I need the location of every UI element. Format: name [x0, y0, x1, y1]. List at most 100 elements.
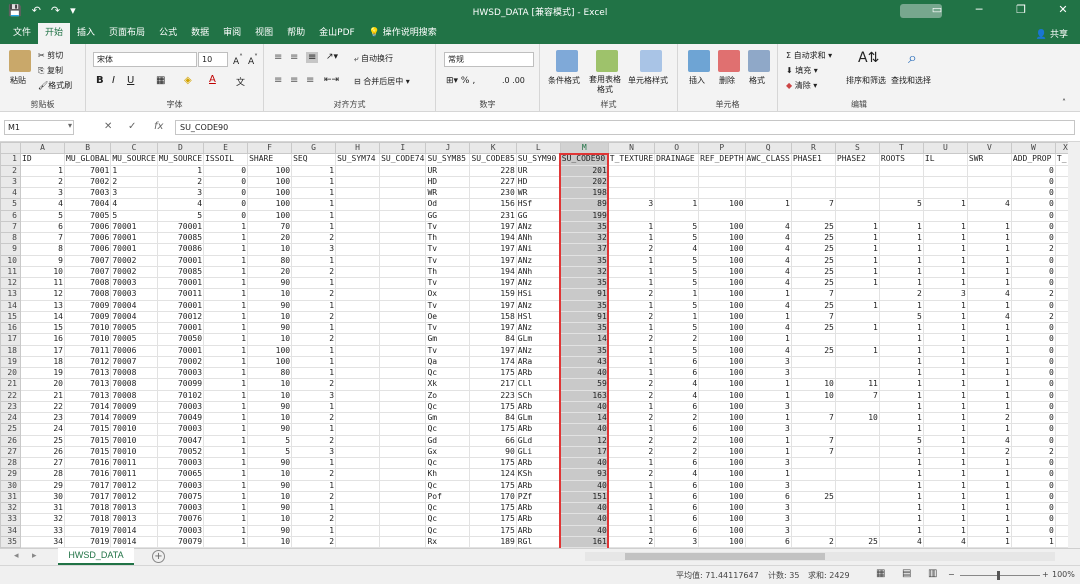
- cell-u1[interactable]: IL: [922, 153, 968, 166]
- cell-j8[interactable]: Th: [425, 231, 471, 245]
- row-header[interactable]: 6: [0, 209, 21, 222]
- cell-h1[interactable]: SU_SYM74: [335, 153, 381, 166]
- cell-n12[interactable]: 1: [607, 276, 656, 290]
- column-header-g[interactable]: G: [291, 142, 337, 155]
- cell-q7[interactable]: 4: [744, 220, 792, 234]
- cell-e1[interactable]: ISSOIL: [203, 153, 249, 166]
- cell-s10[interactable]: 1: [834, 254, 880, 267]
- close-icon[interactable]: ✕: [1054, 3, 1072, 16]
- row-header[interactable]: 20: [0, 366, 21, 380]
- cell-j33[interactable]: Qc: [425, 513, 471, 526]
- cell-r24[interactable]: 7: [790, 411, 836, 425]
- cell-b25[interactable]: 7015: [63, 423, 112, 436]
- cell-f29[interactable]: 10: [247, 468, 293, 481]
- column-header-f[interactable]: F: [247, 142, 293, 155]
- cell-c26[interactable]: 70010: [110, 434, 158, 447]
- cell-u8[interactable]: 1: [922, 231, 968, 245]
- cell-j11[interactable]: Th: [425, 265, 471, 279]
- cell-j19[interactable]: Qa: [425, 355, 471, 369]
- cell-u25[interactable]: 1: [922, 423, 968, 436]
- cell-g31[interactable]: 2: [291, 490, 337, 504]
- cell-t3[interactable]: [878, 175, 924, 189]
- zoom-level[interactable]: 100%: [1052, 570, 1075, 579]
- cell-w19[interactable]: 0: [1010, 355, 1056, 369]
- cell-g16[interactable]: 1: [291, 321, 337, 335]
- column-header-l[interactable]: L: [515, 142, 561, 155]
- cell-h32[interactable]: [335, 501, 381, 515]
- row-header[interactable]: 12: [0, 276, 21, 290]
- cell-b6[interactable]: 7005: [63, 209, 112, 222]
- cell-w32[interactable]: 0: [1010, 501, 1056, 515]
- cell-h24[interactable]: [335, 411, 381, 425]
- row-header[interactable]: 25: [0, 423, 21, 436]
- cell-m10[interactable]: 35: [559, 254, 609, 267]
- cell-e21[interactable]: 1: [203, 378, 249, 391]
- cell-d30[interactable]: 70003: [156, 479, 205, 492]
- cell-i15[interactable]: [379, 310, 427, 324]
- cell-r2[interactable]: [790, 164, 836, 177]
- cell-s16[interactable]: 1: [834, 321, 880, 335]
- row-header[interactable]: 32: [0, 501, 21, 515]
- cell-d27[interactable]: 70052: [156, 445, 205, 459]
- row-header[interactable]: 34: [0, 524, 21, 537]
- cell-m3[interactable]: 202: [559, 175, 609, 189]
- cell-i30[interactable]: [379, 479, 427, 492]
- cell-m25[interactable]: 40: [559, 423, 609, 436]
- cell-k28[interactable]: 175: [469, 456, 517, 470]
- menu-formulas[interactable]: 公式: [152, 23, 184, 44]
- cell-i16[interactable]: [379, 321, 427, 335]
- cell-u7[interactable]: 1: [922, 220, 968, 234]
- cell-c11[interactable]: 70002: [110, 265, 158, 279]
- row-header[interactable]: 3: [0, 175, 21, 189]
- underline-button[interactable]: U: [127, 75, 134, 86]
- cell-k12[interactable]: 197: [469, 276, 517, 290]
- clear-button[interactable]: ◆ 清除 ▾: [786, 80, 817, 91]
- cell-t21[interactable]: 1: [878, 378, 924, 391]
- cell-c7[interactable]: 70001: [110, 220, 158, 234]
- cell-g33[interactable]: 2: [291, 513, 337, 526]
- cell-v14[interactable]: 1: [966, 299, 1012, 312]
- cell-n25[interactable]: 1: [607, 423, 656, 436]
- cell-f18[interactable]: 100: [247, 344, 293, 357]
- cell-j23[interactable]: Qc: [425, 400, 471, 414]
- cell-d26[interactable]: 70047: [156, 434, 205, 447]
- cell-w7[interactable]: 0: [1010, 220, 1056, 234]
- cell-w31[interactable]: 0: [1010, 490, 1056, 504]
- cell-h27[interactable]: [335, 445, 381, 459]
- cell-i26[interactable]: [379, 434, 427, 447]
- cell-n11[interactable]: 1: [607, 265, 656, 279]
- cell-o29[interactable]: 4: [654, 468, 700, 481]
- cell-h33[interactable]: [335, 513, 381, 526]
- cell-u29[interactable]: 1: [922, 468, 968, 481]
- cell-r27[interactable]: 7: [790, 445, 836, 459]
- column-header-o[interactable]: O: [654, 142, 700, 155]
- cell-n9[interactable]: 2: [607, 243, 656, 256]
- phonetic-icon[interactable]: 文: [236, 75, 245, 88]
- cell-k30[interactable]: 175: [469, 479, 517, 492]
- cell-c20[interactable]: 70008: [110, 366, 158, 380]
- cell-a32[interactable]: 31: [20, 501, 65, 515]
- cell-m33[interactable]: 40: [559, 513, 609, 526]
- cell-l22[interactable]: SCh: [515, 389, 561, 402]
- cell-p9[interactable]: 100: [698, 243, 746, 256]
- cell-e17[interactable]: 1: [203, 333, 249, 346]
- cell-j34[interactable]: Qc: [425, 524, 471, 537]
- cell-d34[interactable]: 70003: [156, 524, 205, 537]
- cell-v22[interactable]: 1: [966, 389, 1012, 402]
- cell-i33[interactable]: [379, 513, 427, 526]
- cell-a26[interactable]: 25: [20, 434, 65, 447]
- cell-l33[interactable]: ARb: [515, 513, 561, 526]
- cell-v31[interactable]: 1: [966, 490, 1012, 504]
- cell-w4[interactable]: 0: [1010, 186, 1056, 200]
- cell-l27[interactable]: GLi: [515, 445, 561, 459]
- cell-j31[interactable]: Pof: [425, 490, 471, 504]
- cell-v21[interactable]: 1: [966, 378, 1012, 391]
- cell-u18[interactable]: 1: [922, 344, 968, 357]
- cell-n14[interactable]: 1: [607, 299, 656, 312]
- cell-b5[interactable]: 7004: [63, 198, 112, 211]
- cell-u13[interactable]: 3: [922, 288, 968, 301]
- cell-a13[interactable]: 12: [20, 288, 65, 301]
- cell-g18[interactable]: 1: [291, 344, 337, 357]
- cell-i5[interactable]: [379, 198, 427, 211]
- cell-s4[interactable]: [834, 186, 880, 200]
